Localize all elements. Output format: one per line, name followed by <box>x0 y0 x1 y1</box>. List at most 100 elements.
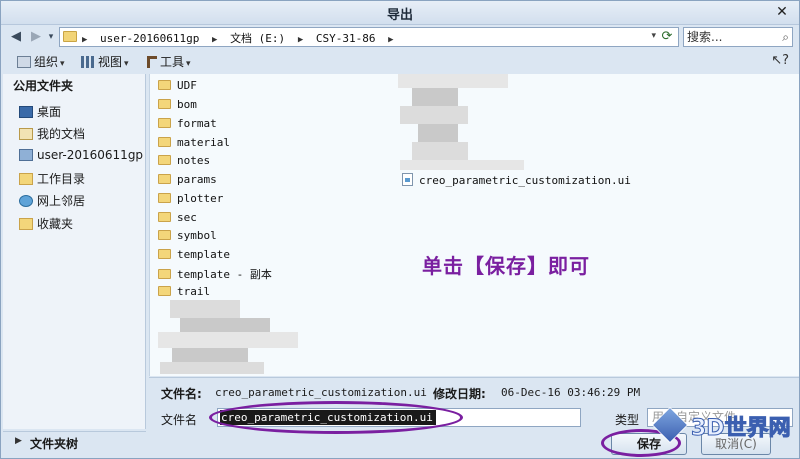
breadcrumb-item-folder[interactable]: CSY-31-86 <box>316 32 376 45</box>
folder-icon <box>158 174 171 184</box>
nav-item-label: 收藏夹 <box>37 217 74 231</box>
breadcrumb-chevron-icon[interactable]: ▶ <box>212 35 217 45</box>
details-name-value: creo_parametric_customization.ui <box>215 386 427 399</box>
folder-row[interactable]: template - 副本 <box>158 266 272 284</box>
nav-item-my-documents[interactable]: 我的文档 <box>19 125 85 145</box>
working-directory-icon <box>19 173 33 185</box>
redacted-region <box>170 300 240 318</box>
breadcrumb-item-drive[interactable]: 文档 (E:) <box>230 32 285 45</box>
folder-name: plotter <box>177 192 224 205</box>
folder-row[interactable]: bom <box>158 98 197 116</box>
watermark-logo-icon <box>651 406 689 444</box>
dialog-title: 导出 <box>386 8 413 23</box>
details-date-value: 06-Dec-16 03:46:29 PM <box>501 386 641 399</box>
breadcrumb-chevron-icon[interactable]: ▶ <box>298 35 303 45</box>
watermark: 3D世界网 <box>651 406 793 450</box>
tools-menu[interactable]: 工具 ▾ <box>147 53 191 71</box>
folder-row[interactable]: notes <box>158 154 210 172</box>
folder-name: bom <box>177 98 197 111</box>
address-field[interactable]: ▶ user-20160611gp ▶ 文档 (E:) ▶ CSY-31-86 … <box>59 27 679 47</box>
back-arrow-icon[interactable]: ◀ <box>7 28 25 46</box>
redacted-region <box>158 332 298 348</box>
breadcrumb-chevron-icon[interactable]: ▶ <box>82 35 87 45</box>
filename-label: 文件名 <box>161 413 198 427</box>
redacted-region <box>412 142 468 160</box>
nav-item-label: 桌面 <box>37 105 62 119</box>
folder-row[interactable]: plotter <box>158 192 223 210</box>
tools-label: 工具 <box>160 55 185 69</box>
folder-name: sec <box>177 211 197 224</box>
recent-locations-chevron-icon[interactable]: ▾ <box>45 28 57 46</box>
folder-name: format <box>177 117 217 130</box>
expand-arrow-icon: ▶ <box>15 436 22 446</box>
views-menu[interactable]: 视图 ▾ <box>81 53 129 71</box>
breadcrumb-item-computer[interactable]: user-20160611gp <box>100 32 199 45</box>
folder-name: trail <box>177 285 211 298</box>
file-icon <box>402 173 413 186</box>
documents-icon <box>19 128 33 140</box>
navigation-pane: 公用文件夹 桌面 我的文档 user-20160611gp 工作目录 网上邻居 … <box>3 74 146 429</box>
redacted-region <box>412 88 458 106</box>
search-box: ⌕ <box>683 27 793 47</box>
tools-icon <box>147 56 157 68</box>
folder-name: params <box>177 173 217 186</box>
instruction-annotation: 单击【保存】即可 <box>422 254 590 278</box>
refresh-icon[interactable]: ⟳ <box>658 29 676 45</box>
folder-icon <box>158 99 171 109</box>
computer-icon <box>19 149 33 161</box>
close-button[interactable]: ✕ <box>773 4 791 21</box>
folder-icon <box>158 269 171 279</box>
annotation-ellipse-filename <box>209 401 463 434</box>
folder-row[interactable]: UDF <box>158 79 197 97</box>
organize-menu[interactable]: 组织 ▾ <box>17 53 65 71</box>
folder-icon <box>158 249 171 259</box>
help-pointer-icon[interactable]: ↖? <box>771 53 789 68</box>
nav-item-desktop[interactable]: 桌面 <box>19 103 61 123</box>
views-label: 视图 <box>98 55 123 69</box>
nav-item-label: 工作目录 <box>37 172 86 186</box>
nav-item-computer[interactable]: user-20160611gp <box>19 148 143 168</box>
nav-item-network[interactable]: 网上邻居 <box>19 192 85 212</box>
details-strip: 文件名: creo_parametric_customization.ui 修改… <box>149 377 799 405</box>
folder-name: template <box>177 248 230 261</box>
watermark-text: 3D世界网 <box>691 416 792 442</box>
folder-row[interactable]: symbol <box>158 229 217 247</box>
folder-name: notes <box>177 154 211 167</box>
redacted-region <box>418 124 458 142</box>
folder-row[interactable]: sec <box>158 211 197 229</box>
redacted-region <box>400 106 468 124</box>
views-icon <box>81 56 95 68</box>
nav-item-working-directory[interactable]: 工作目录 <box>19 170 85 190</box>
folder-row[interactable]: material <box>158 136 230 154</box>
file-row[interactable]: creo_parametric_customization.ui <box>402 173 631 191</box>
toolbar: 组织 ▾ 视图 ▾ 工具 ▾ ↖? <box>1 49 799 73</box>
address-dropdown-chevron-icon[interactable]: ▾ <box>651 31 656 41</box>
nav-header: 公用文件夹 <box>13 79 74 93</box>
folder-icon <box>158 155 171 165</box>
folder-tree-toggle[interactable]: ▶ 文件夹树 <box>3 431 146 455</box>
title-bar: 导出 ✕ <box>1 1 799 25</box>
folder-icon <box>63 31 77 42</box>
forward-arrow-icon[interactable]: ▶ <box>27 28 45 46</box>
address-bar: ◀ ▶ ▾ ▶ user-20160611gp ▶ 文档 (E:) ▶ CSY-… <box>1 26 799 48</box>
breadcrumb: ▶ user-20160611gp ▶ 文档 (E:) ▶ CSY-31-86 … <box>82 30 400 46</box>
folder-row[interactable]: format <box>158 117 217 135</box>
network-icon <box>19 195 33 207</box>
folder-row[interactable]: params <box>158 173 217 191</box>
breadcrumb-chevron-icon[interactable]: ▶ <box>388 35 393 45</box>
details-date-label: 修改日期: <box>433 387 486 401</box>
folder-icon <box>158 193 171 203</box>
search-icon[interactable]: ⌕ <box>782 30 789 45</box>
folder-icon <box>158 137 171 147</box>
chevron-down-icon: ▾ <box>60 59 65 69</box>
folder-row[interactable]: template <box>158 248 230 266</box>
folder-icon <box>158 230 171 240</box>
search-input[interactable] <box>684 28 776 46</box>
organize-icon <box>17 56 31 68</box>
nav-item-label: 网上邻居 <box>37 194 86 208</box>
redacted-region <box>398 74 508 88</box>
nav-item-favorites[interactable]: 收藏夹 <box>19 215 73 235</box>
export-dialog: 导出 ✕ ◀ ▶ ▾ ▶ user-20160611gp ▶ 文档 (E:) ▶… <box>0 0 800 459</box>
redacted-region <box>160 362 264 374</box>
folder-name: UDF <box>177 79 197 92</box>
